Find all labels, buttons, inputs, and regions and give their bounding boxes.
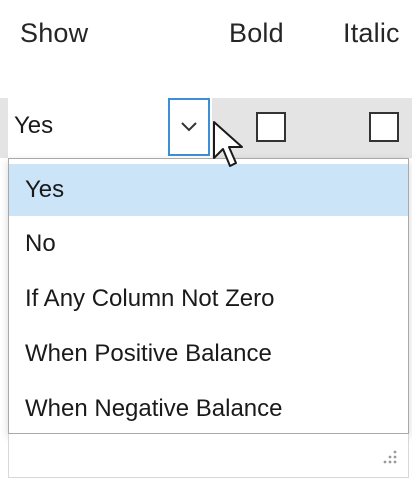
dropdown-option-when-negative-balance[interactable]: When Negative Balance bbox=[9, 383, 408, 435]
bold-column-header: Bold bbox=[229, 18, 284, 48]
show-column-header: Show bbox=[20, 18, 89, 48]
italic-column-header: Italic bbox=[343, 18, 400, 48]
dropdown-option-no[interactable]: No bbox=[9, 218, 408, 270]
dropdown-option-if-any-column-not-zero[interactable]: If Any Column Not Zero bbox=[9, 273, 408, 325]
chevron-down-icon bbox=[181, 122, 197, 132]
dropdown-footer bbox=[8, 434, 409, 478]
show-combobox-value: Yes bbox=[14, 112, 54, 139]
dropdown-option-yes[interactable]: Yes bbox=[9, 164, 408, 216]
show-dropdown-button[interactable] bbox=[168, 98, 210, 156]
show-combobox[interactable]: Yes bbox=[8, 98, 212, 158]
bold-checkbox[interactable] bbox=[256, 112, 286, 142]
resize-grip-icon[interactable] bbox=[380, 447, 398, 465]
dropdown-option-when-positive-balance[interactable]: When Positive Balance bbox=[9, 328, 408, 380]
show-options-dropdown: Yes No If Any Column Not Zero When Posit… bbox=[8, 158, 409, 434]
italic-checkbox[interactable] bbox=[369, 112, 399, 142]
